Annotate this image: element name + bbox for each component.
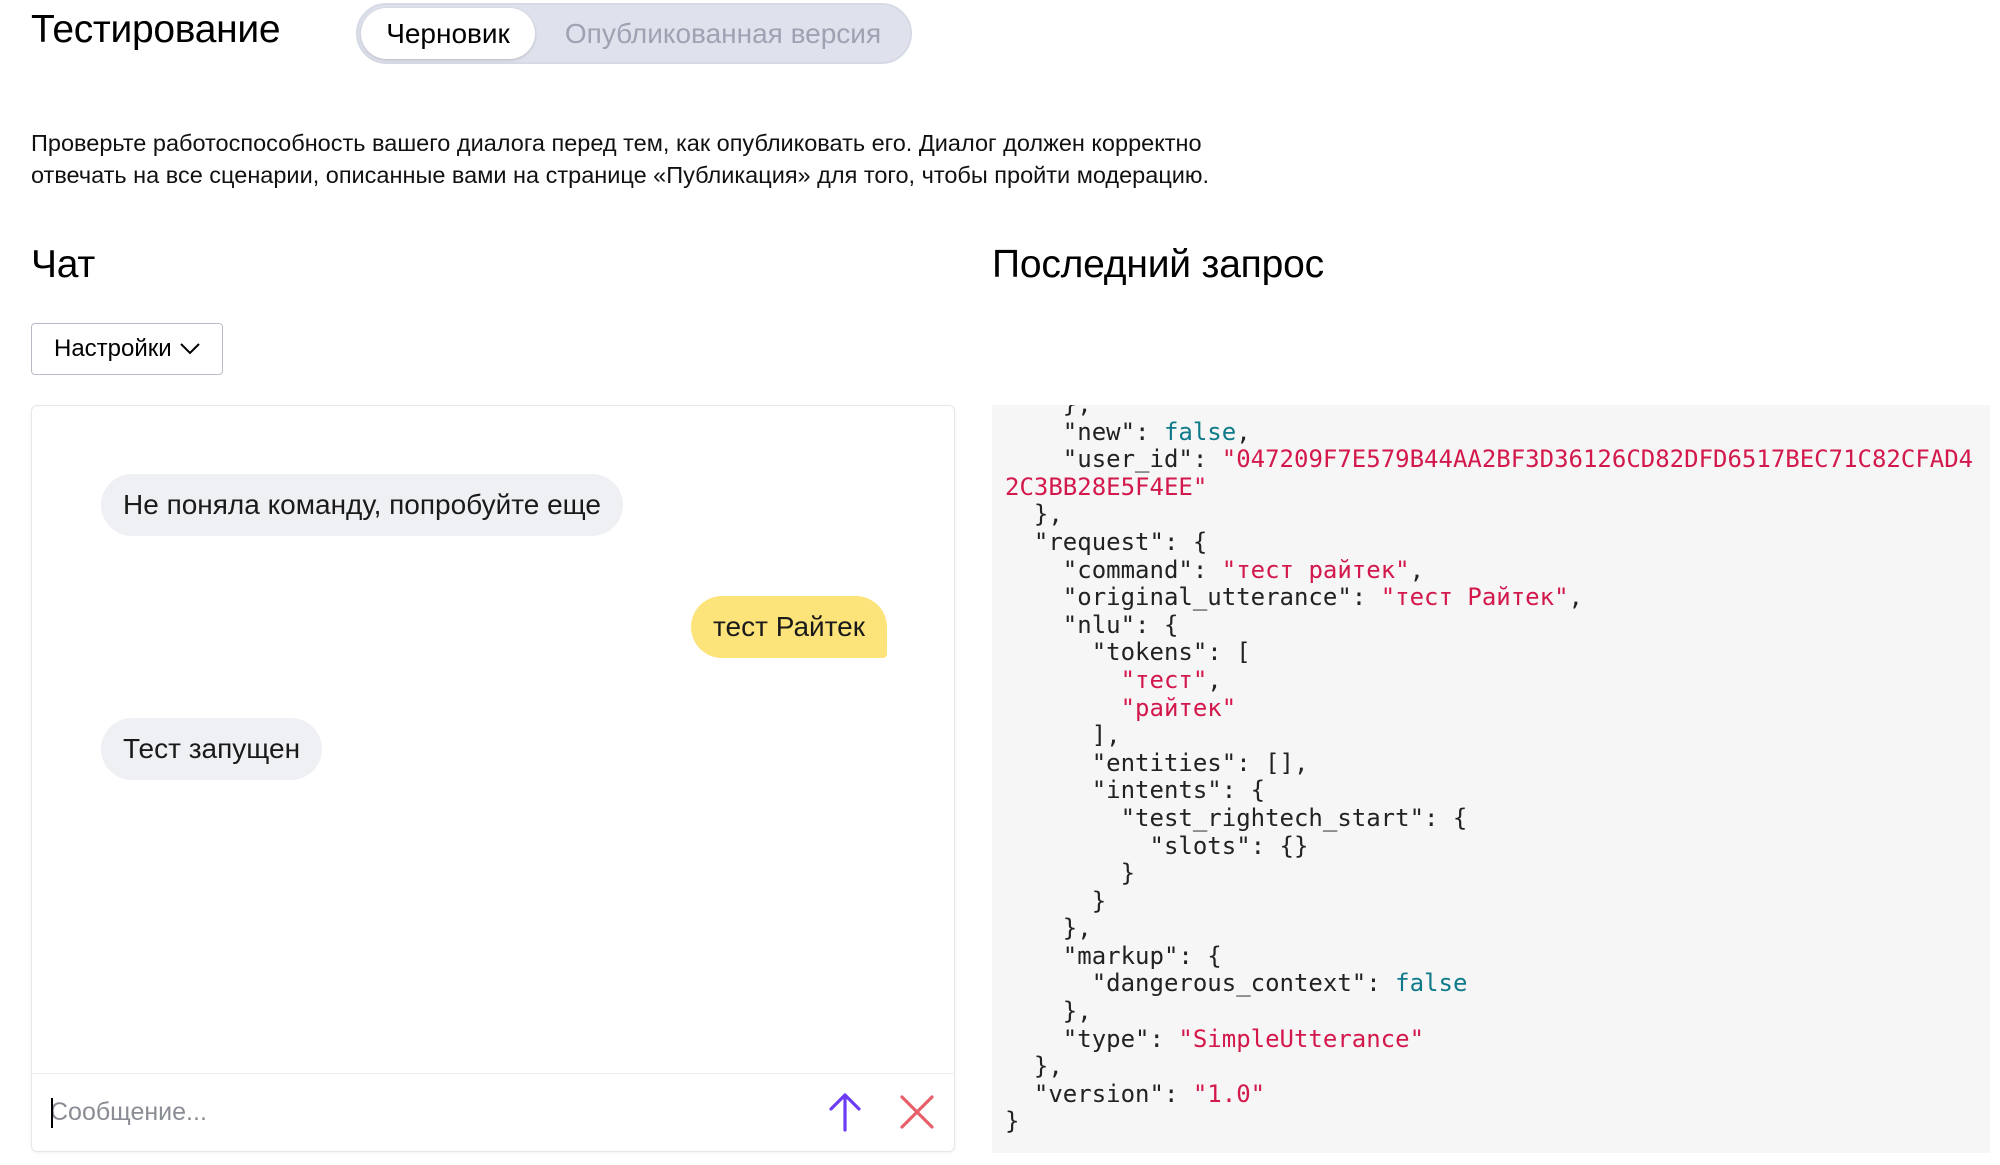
description-line-1: Проверьте работоспособность вашего диало… <box>31 130 1202 156</box>
json-punctuation: }, <box>1005 500 1063 529</box>
json-code-line: }, <box>1005 501 1973 529</box>
json-code-block: }, "new": false, "user_id": "047209F7E57… <box>1005 405 1973 1136</box>
page-title: Тестирование <box>31 8 281 51</box>
json-code-line: }, <box>1005 1052 1973 1081</box>
json-code-line: "test_rightech_start": { <box>1005 803 1973 833</box>
json-code-line: "intents": { <box>1005 777 1973 805</box>
json-string: "райтек" <box>1120 693 1237 722</box>
chat-input-bar <box>32 1073 954 1151</box>
json-code-line: "request": { <box>1005 527 1973 557</box>
json-code-line: "user_id": "047209F7E579B44AA2BF3D36126C… <box>1005 445 1974 474</box>
settings-dropdown-button[interactable]: Настройки <box>31 323 223 375</box>
json-punctuation: "slots": {} <box>1005 831 1309 860</box>
json-code-line: "version": "1.0" <box>1005 1079 1973 1109</box>
json-code-line: "nlu": { <box>1005 610 1973 640</box>
json-code-line: "markup": { <box>1005 941 1973 971</box>
json-code-line: } <box>1005 1108 1973 1136</box>
json-punctuation: , <box>1409 555 1425 584</box>
last-request-json-panel: }, "new": false, "user_id": "047209F7E57… <box>992 405 1990 1153</box>
text-caret <box>51 1098 53 1128</box>
json-punctuation <box>1005 694 1121 722</box>
json-punctuation: ], <box>1005 721 1121 750</box>
json-punctuation: }, <box>1005 405 1092 418</box>
json-punctuation: "original_utterance": <box>1005 583 1381 612</box>
json-keyword: false <box>1395 969 1468 998</box>
chat-message-bot: Не поняла команду, попробуйте еще <box>101 474 623 536</box>
chat-message-bot: Тест запущен <box>101 718 323 780</box>
json-punctuation: "request": { <box>1005 527 1208 556</box>
json-string: "тест Райтек" <box>1380 583 1569 612</box>
chevron-down-icon <box>179 343 200 355</box>
json-punctuation: , <box>1236 417 1251 446</box>
json-code-line: "slots": {} <box>1005 831 1973 861</box>
settings-label: Настройки <box>54 335 172 362</box>
json-punctuation: "tokens": [ <box>1005 638 1251 667</box>
message-input[interactable] <box>50 1088 790 1136</box>
json-code-line: "entities": [], <box>1005 748 1973 778</box>
json-punctuation: "version": <box>1005 1079 1193 1108</box>
json-punctuation: }, <box>1005 997 1092 1026</box>
json-punctuation: } <box>1005 859 1136 888</box>
json-punctuation: "dangerous_context": <box>1005 969 1396 998</box>
json-punctuation: "entities": [], <box>1005 748 1309 777</box>
json-code-line: "new": false, <box>1005 417 1973 447</box>
close-icon <box>900 1095 934 1129</box>
json-code-line: }, <box>1005 997 1973 1026</box>
json-string: "047209F7E579B44AA2BF3D36126CD82DFD6517B… <box>1221 445 1974 474</box>
tab-draft[interactable]: Черновик <box>361 8 535 59</box>
testing-page: Тестирование Черновик Опубликованная вер… <box>0 0 2000 1165</box>
json-code-line: ], <box>1005 721 1973 750</box>
json-punctuation: }, <box>1005 914 1092 943</box>
chat-panel: Не поняла команду, попробуйте еще тест Р… <box>31 405 955 1152</box>
json-punctuation: "intents": { <box>1005 776 1266 805</box>
json-code-line: "dangerous_context": false <box>1005 970 1973 998</box>
json-code-line: "command": "тест райтек", <box>1005 555 1973 585</box>
last-request-section-title: Последний запрос <box>992 243 1324 286</box>
arrow-up-icon <box>829 1093 861 1132</box>
json-code-line: "тест", <box>1005 665 1973 695</box>
json-punctuation <box>1005 666 1121 694</box>
json-code-line: "original_utterance": "тест Райтек", <box>1005 583 1973 612</box>
json-punctuation: "type": <box>1005 1024 1179 1053</box>
chat-section-title: Чат <box>31 243 96 286</box>
json-code-line: "tokens": [ <box>1005 639 1973 667</box>
json-punctuation: }, <box>1005 1052 1063 1081</box>
json-code-line: }, <box>1005 405 1973 419</box>
json-punctuation: , <box>1207 665 1222 694</box>
json-punctuation: } <box>1005 886 1107 915</box>
json-keyword: false <box>1163 417 1237 446</box>
json-punctuation: } <box>1005 1107 1020 1136</box>
json-code-line: }, <box>1005 914 1973 943</box>
json-punctuation: "command": <box>1005 555 1222 584</box>
json-string: "тест" <box>1120 665 1208 694</box>
json-code-line: } <box>1005 859 1973 888</box>
clear-button[interactable] <box>897 1092 937 1132</box>
json-code-line: "райтек" <box>1005 693 1973 723</box>
json-punctuation: , <box>1568 583 1583 612</box>
version-mode-switch: Черновик Опубликованная версия <box>356 3 912 64</box>
json-code-line: 2C3BB28E5F4EE" <box>1005 472 1973 502</box>
json-code-line: "type": "SimpleUtterance" <box>1005 1024 1973 1054</box>
json-punctuation: "user_id": <box>1005 445 1222 474</box>
description-line-2: отвечать на все сценарии, описанные вами… <box>31 162 1210 188</box>
json-punctuation: "markup": { <box>1005 941 1222 970</box>
send-button[interactable] <box>823 1090 867 1134</box>
tab-published-version[interactable]: Опубликованная версия <box>548 5 898 62</box>
page-description: Проверьте работоспособность вашего диало… <box>31 127 1331 191</box>
json-string: 2C3BB28E5F4EE" <box>1005 472 1208 501</box>
json-string: "тест райтек" <box>1221 555 1410 584</box>
json-code-line: } <box>1005 886 1973 916</box>
json-punctuation: "new": <box>1005 417 1164 446</box>
json-string: "SimpleUtterance" <box>1178 1024 1425 1053</box>
json-punctuation: "test_rightech_start": { <box>1005 803 1468 832</box>
chat-message-user: тест Райтек <box>691 596 887 658</box>
json-punctuation: "nlu": { <box>1005 610 1179 639</box>
json-string: "1.0" <box>1192 1079 1266 1108</box>
